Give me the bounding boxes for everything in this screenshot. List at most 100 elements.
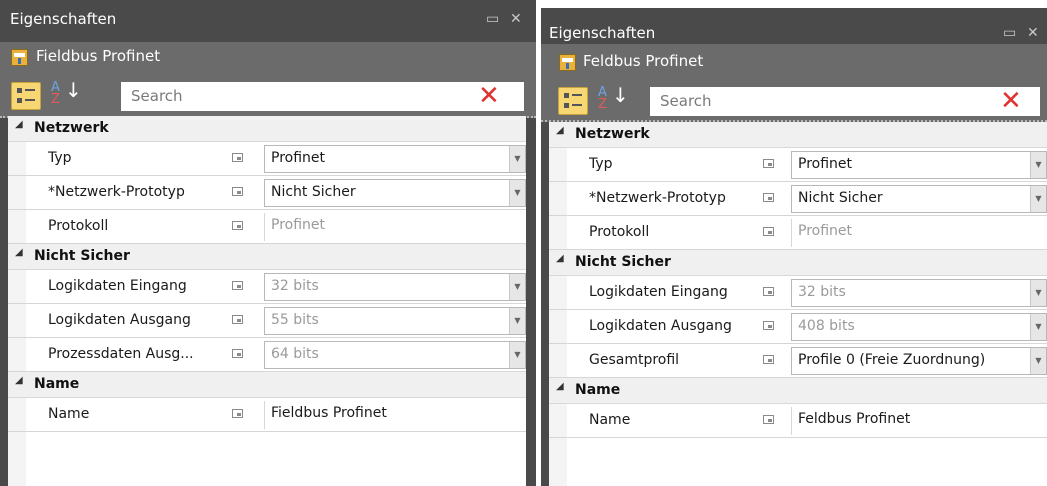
property-value-dropdown[interactable]: 55 bits ▼ <box>264 307 526 335</box>
maximize-icon[interactable]: ▭ <box>1003 25 1016 41</box>
property-value-text: 408 bits <box>798 318 855 334</box>
chevron-down-icon[interactable]: ▼ <box>509 274 525 300</box>
property-pin-icon[interactable] <box>232 187 243 196</box>
property-pin-icon[interactable] <box>763 415 774 424</box>
property-grid: ◢ Netzwerk Typ Profinet ▼ *Netzwerk-Prototyp N… <box>549 122 1047 486</box>
chevron-down-icon[interactable]: ▼ <box>1030 152 1046 178</box>
property-value-dropdown[interactable]: 32 bits ▼ <box>791 279 1047 307</box>
property-value-dropdown[interactable]: Nicht Sicher ▼ <box>264 179 526 207</box>
chevron-down-icon[interactable]: ▼ <box>1030 186 1046 212</box>
property-row[interactable]: Protokoll Profinet <box>8 210 526 244</box>
property-pin-icon[interactable] <box>763 321 774 330</box>
search-placeholder: Search <box>131 87 183 105</box>
chevron-down-icon[interactable]: ▼ <box>509 342 525 368</box>
property-value-text: Profinet <box>798 156 853 172</box>
collapse-triangle-icon[interactable]: ◢ <box>15 119 23 130</box>
property-pin-icon[interactable] <box>763 227 774 236</box>
property-name: Name <box>589 412 631 428</box>
category-label: Name <box>34 376 80 392</box>
property-name: Logikdaten Ausgang <box>48 312 191 328</box>
property-row[interactable]: Name Fieldbus Profinet <box>8 398 526 432</box>
property-row[interactable]: Prozessdaten Ausg... 64 bits ▼ <box>8 338 526 372</box>
panel-title: Eigenschaften <box>10 10 117 28</box>
property-pin-icon[interactable] <box>232 315 243 324</box>
property-row[interactable]: Logikdaten Ausgang 55 bits ▼ <box>8 304 526 338</box>
clear-search-icon[interactable]: ✕ <box>478 81 500 111</box>
property-row[interactable]: Logikdaten Ausgang 408 bits ▼ <box>549 310 1047 344</box>
property-name: Logikdaten Eingang <box>589 284 728 300</box>
chevron-down-icon[interactable]: ▼ <box>509 308 525 334</box>
chevron-down-icon[interactable]: ▼ <box>509 180 525 206</box>
category-label: Nicht Sicher <box>575 254 671 270</box>
property-value-dropdown[interactable]: Nicht Sicher ▼ <box>791 185 1047 213</box>
property-name: Name <box>48 406 90 422</box>
property-row[interactable]: Protokoll Profinet <box>549 216 1047 250</box>
property-pin-icon[interactable] <box>232 221 243 230</box>
property-pin-icon[interactable] <box>232 153 243 162</box>
property-value-text: Fieldbus Profinet <box>271 405 387 421</box>
clear-search-icon[interactable]: ✕ <box>1000 86 1022 116</box>
close-icon[interactable]: ✕ <box>1027 25 1039 41</box>
categorized-view-icon[interactable] <box>558 87 588 115</box>
property-name: Typ <box>589 156 613 172</box>
property-name: Typ <box>48 150 72 166</box>
collapse-triangle-icon[interactable]: ◢ <box>556 253 564 264</box>
category-header[interactable]: ◢ Netzwerk <box>8 116 526 142</box>
property-value-dropdown[interactable]: 408 bits ▼ <box>791 313 1047 341</box>
property-row[interactable]: Typ Profinet ▼ <box>549 148 1047 182</box>
property-pin-icon[interactable] <box>763 193 774 202</box>
property-value-dropdown[interactable]: 32 bits ▼ <box>264 273 526 301</box>
property-pin-icon[interactable] <box>232 409 243 418</box>
object-name: Feldbus Profinet <box>583 52 704 70</box>
property-pin-icon[interactable] <box>232 281 243 290</box>
property-value-dropdown[interactable]: 64 bits ▼ <box>264 341 526 369</box>
property-pin-icon[interactable] <box>232 349 243 358</box>
fieldbus-icon <box>559 54 576 71</box>
property-name: *Netzwerk-Prototyp <box>589 190 726 206</box>
category-header[interactable]: ◢ Name <box>8 372 526 398</box>
property-value-text: Profinet <box>271 217 326 233</box>
property-toolbar: A Z ↓ Search ✕ <box>0 74 536 118</box>
property-value-text: Feldbus Profinet <box>798 411 911 427</box>
property-value-dropdown[interactable]: Profinet ▼ <box>264 145 526 173</box>
property-pin-icon[interactable] <box>763 287 774 296</box>
category-label: Netzwerk <box>575 126 650 142</box>
panel-titlebar: Eigenschaften ▭ ✕ <box>541 8 1047 44</box>
chevron-down-icon[interactable]: ▼ <box>1030 348 1046 374</box>
collapse-triangle-icon[interactable]: ◢ <box>15 247 23 258</box>
property-pin-icon[interactable] <box>763 159 774 168</box>
property-value-text: Nicht Sicher <box>798 190 883 206</box>
property-row[interactable]: Logikdaten Eingang 32 bits ▼ <box>8 270 526 304</box>
property-pin-icon[interactable] <box>763 355 774 364</box>
collapse-triangle-icon[interactable]: ◢ <box>15 375 23 386</box>
property-value-text: 64 bits <box>271 346 319 362</box>
property-row[interactable]: *Netzwerk-Prototyp Nicht Sicher ▼ <box>8 176 526 210</box>
property-row[interactable]: Name Feldbus Profinet <box>549 404 1047 438</box>
close-icon[interactable]: ✕ <box>510 11 522 27</box>
property-name: Logikdaten Eingang <box>48 278 187 294</box>
search-placeholder: Search <box>660 92 712 110</box>
property-value-dropdown[interactable]: Profinet ▼ <box>791 151 1047 179</box>
property-row[interactable]: *Netzwerk-Prototyp Nicht Sicher ▼ <box>549 182 1047 216</box>
property-row[interactable]: Typ Profinet ▼ <box>8 142 526 176</box>
categorized-view-icon[interactable] <box>11 82 41 110</box>
property-row[interactable]: Logikdaten Eingang 32 bits ▼ <box>549 276 1047 310</box>
sort-alphabetical-icon[interactable]: A Z ↓ <box>51 80 82 106</box>
category-header[interactable]: ◢ Name <box>549 378 1047 404</box>
search-input[interactable]: Search ✕ <box>121 81 524 111</box>
sort-alphabetical-icon[interactable]: A Z ↓ <box>598 85 629 111</box>
category-header[interactable]: ◢ Nicht Sicher <box>8 244 526 270</box>
property-name: Logikdaten Ausgang <box>589 318 732 334</box>
chevron-down-icon[interactable]: ▼ <box>509 146 525 172</box>
property-row[interactable]: Gesamtprofil Profile 0 (Freie Zuordnung) ▼ <box>549 344 1047 378</box>
collapse-triangle-icon[interactable]: ◢ <box>556 125 564 136</box>
search-input[interactable]: Search ✕ <box>650 86 1040 116</box>
category-header[interactable]: ◢ Netzwerk <box>549 122 1047 148</box>
property-value-dropdown[interactable]: Profile 0 (Freie Zuordnung) ▼ <box>791 347 1047 375</box>
property-name: Protokoll <box>589 224 650 240</box>
chevron-down-icon[interactable]: ▼ <box>1030 314 1046 340</box>
category-header[interactable]: ◢ Nicht Sicher <box>549 250 1047 276</box>
chevron-down-icon[interactable]: ▼ <box>1030 280 1046 306</box>
maximize-icon[interactable]: ▭ <box>486 11 499 27</box>
collapse-triangle-icon[interactable]: ◢ <box>556 381 564 392</box>
